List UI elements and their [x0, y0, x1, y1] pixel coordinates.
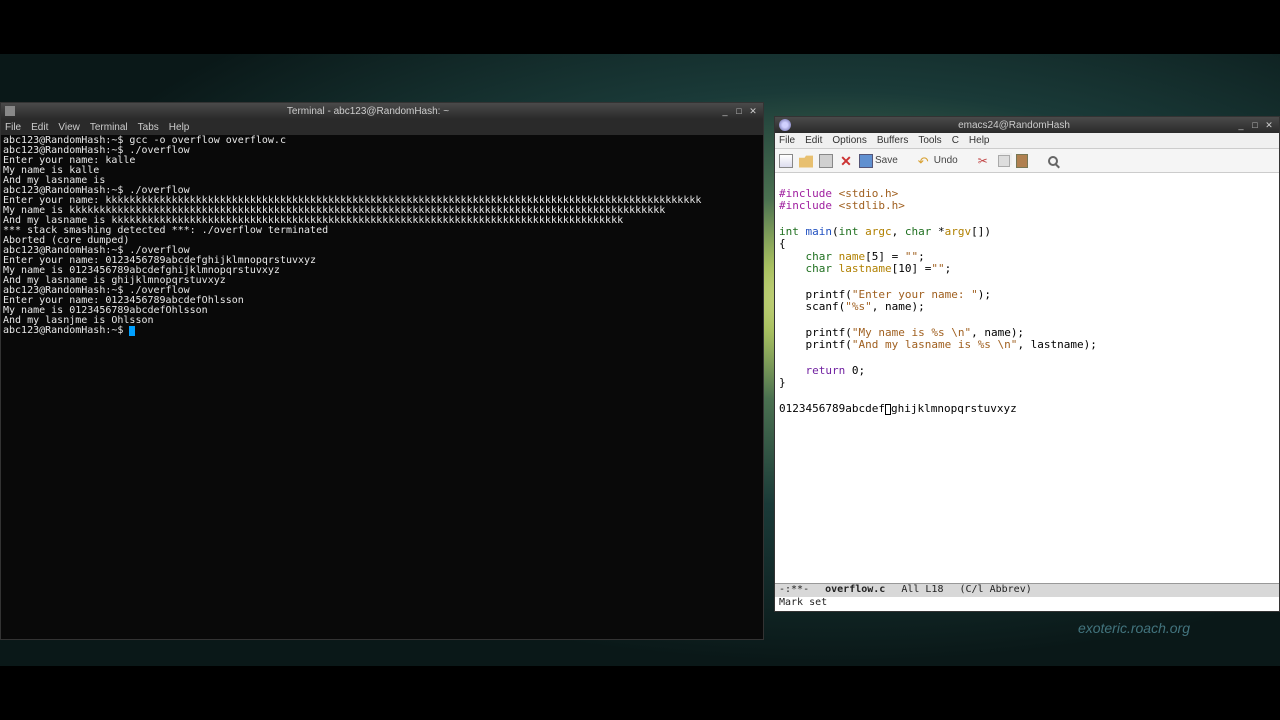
menu-options[interactable]: Options — [832, 135, 866, 146]
menu-help[interactable]: Help — [169, 122, 190, 133]
close-button[interactable]: ✕ — [1263, 119, 1275, 131]
copy-icon — [998, 155, 1010, 167]
undo-button[interactable]: ↶Undo — [918, 154, 958, 168]
modeline-file: overflow.c — [825, 584, 885, 597]
terminal-line: Enter your name: kalle — [3, 156, 761, 166]
search-icon — [1048, 156, 1058, 166]
terminal-cursor — [129, 326, 135, 336]
menu-c[interactable]: C — [952, 135, 959, 146]
maximize-button[interactable]: □ — [733, 105, 745, 117]
clipboard-icon — [1016, 154, 1028, 168]
menu-buffers[interactable]: Buffers — [877, 135, 909, 146]
save-icon — [859, 154, 873, 168]
menu-view[interactable]: View — [58, 122, 80, 133]
save-button[interactable]: Save — [859, 154, 898, 168]
close-button[interactable]: ✕ — [747, 105, 759, 117]
emacs-title: emacs24@RandomHash — [795, 120, 1233, 131]
emacs-modeline: -:**- overflow.c All L18 (C/l Abbrev) — [775, 583, 1279, 597]
emacs-window: emacs24@RandomHash _ □ ✕ File Edit Optio… — [774, 116, 1280, 612]
menu-terminal[interactable]: Terminal — [90, 122, 128, 133]
new-file-icon — [779, 154, 793, 168]
terminal-line: My name is kalle — [3, 166, 761, 176]
terminal-window: Terminal - abc123@RandomHash: ~ _ □ ✕ Fi… — [0, 102, 764, 640]
terminal-line: abc123@RandomHash:~$ — [3, 326, 761, 336]
open-file-button[interactable] — [799, 154, 813, 168]
modeline-position: All L18 — [901, 584, 943, 597]
modeline-mode: (C/l Abbrev) — [959, 584, 1031, 597]
emacs-editor[interactable]: #include <stdio.h> #include <stdlib.h> i… — [775, 173, 1279, 583]
emacs-titlebar[interactable]: emacs24@RandomHash _ □ ✕ — [775, 117, 1279, 133]
menu-edit[interactable]: Edit — [805, 135, 822, 146]
cut-button[interactable]: ✂ — [978, 154, 992, 168]
close-icon: ✕ — [839, 154, 853, 168]
menu-file[interactable]: File — [779, 135, 795, 146]
copy-button[interactable] — [998, 155, 1010, 167]
terminal-icon — [5, 106, 15, 116]
menu-file[interactable]: File — [5, 122, 21, 133]
terminal-content[interactable]: abc123@RandomHash:~$ gcc -o overflow ove… — [1, 135, 763, 639]
undo-icon: ↶ — [918, 154, 932, 168]
terminal-title: Terminal - abc123@RandomHash: ~ — [19, 106, 717, 117]
search-button[interactable] — [1048, 156, 1058, 166]
emacs-icon — [779, 119, 791, 131]
paste-button[interactable] — [1016, 154, 1028, 168]
menu-tabs[interactable]: Tabs — [138, 122, 159, 133]
wallpaper-watermark: exoteric.roach.org — [1078, 620, 1190, 636]
menu-help[interactable]: Help — [969, 135, 990, 146]
new-file-button[interactable] — [779, 154, 793, 168]
emacs-minibuffer[interactable]: Mark set — [775, 597, 1279, 611]
maximize-button[interactable]: □ — [1249, 119, 1261, 131]
menu-tools[interactable]: Tools — [918, 135, 941, 146]
terminal-menubar: File Edit View Terminal Tabs Help — [1, 119, 763, 135]
dired-button[interactable] — [819, 154, 833, 168]
modeline-status: -:**- — [779, 584, 809, 597]
emacs-menubar: File Edit Options Buffers Tools C Help — [775, 133, 1279, 149]
folder-icon — [799, 154, 813, 168]
scissors-icon: ✂ — [978, 154, 992, 168]
menu-edit[interactable]: Edit — [31, 122, 48, 133]
dired-icon — [819, 154, 833, 168]
terminal-titlebar[interactable]: Terminal - abc123@RandomHash: ~ _ □ ✕ — [1, 103, 763, 119]
kill-buffer-button[interactable]: ✕ — [839, 154, 853, 168]
minimize-button[interactable]: _ — [719, 105, 731, 117]
minimize-button[interactable]: _ — [1235, 119, 1247, 131]
emacs-toolbar: ✕ Save ↶Undo ✂ — [775, 149, 1279, 173]
